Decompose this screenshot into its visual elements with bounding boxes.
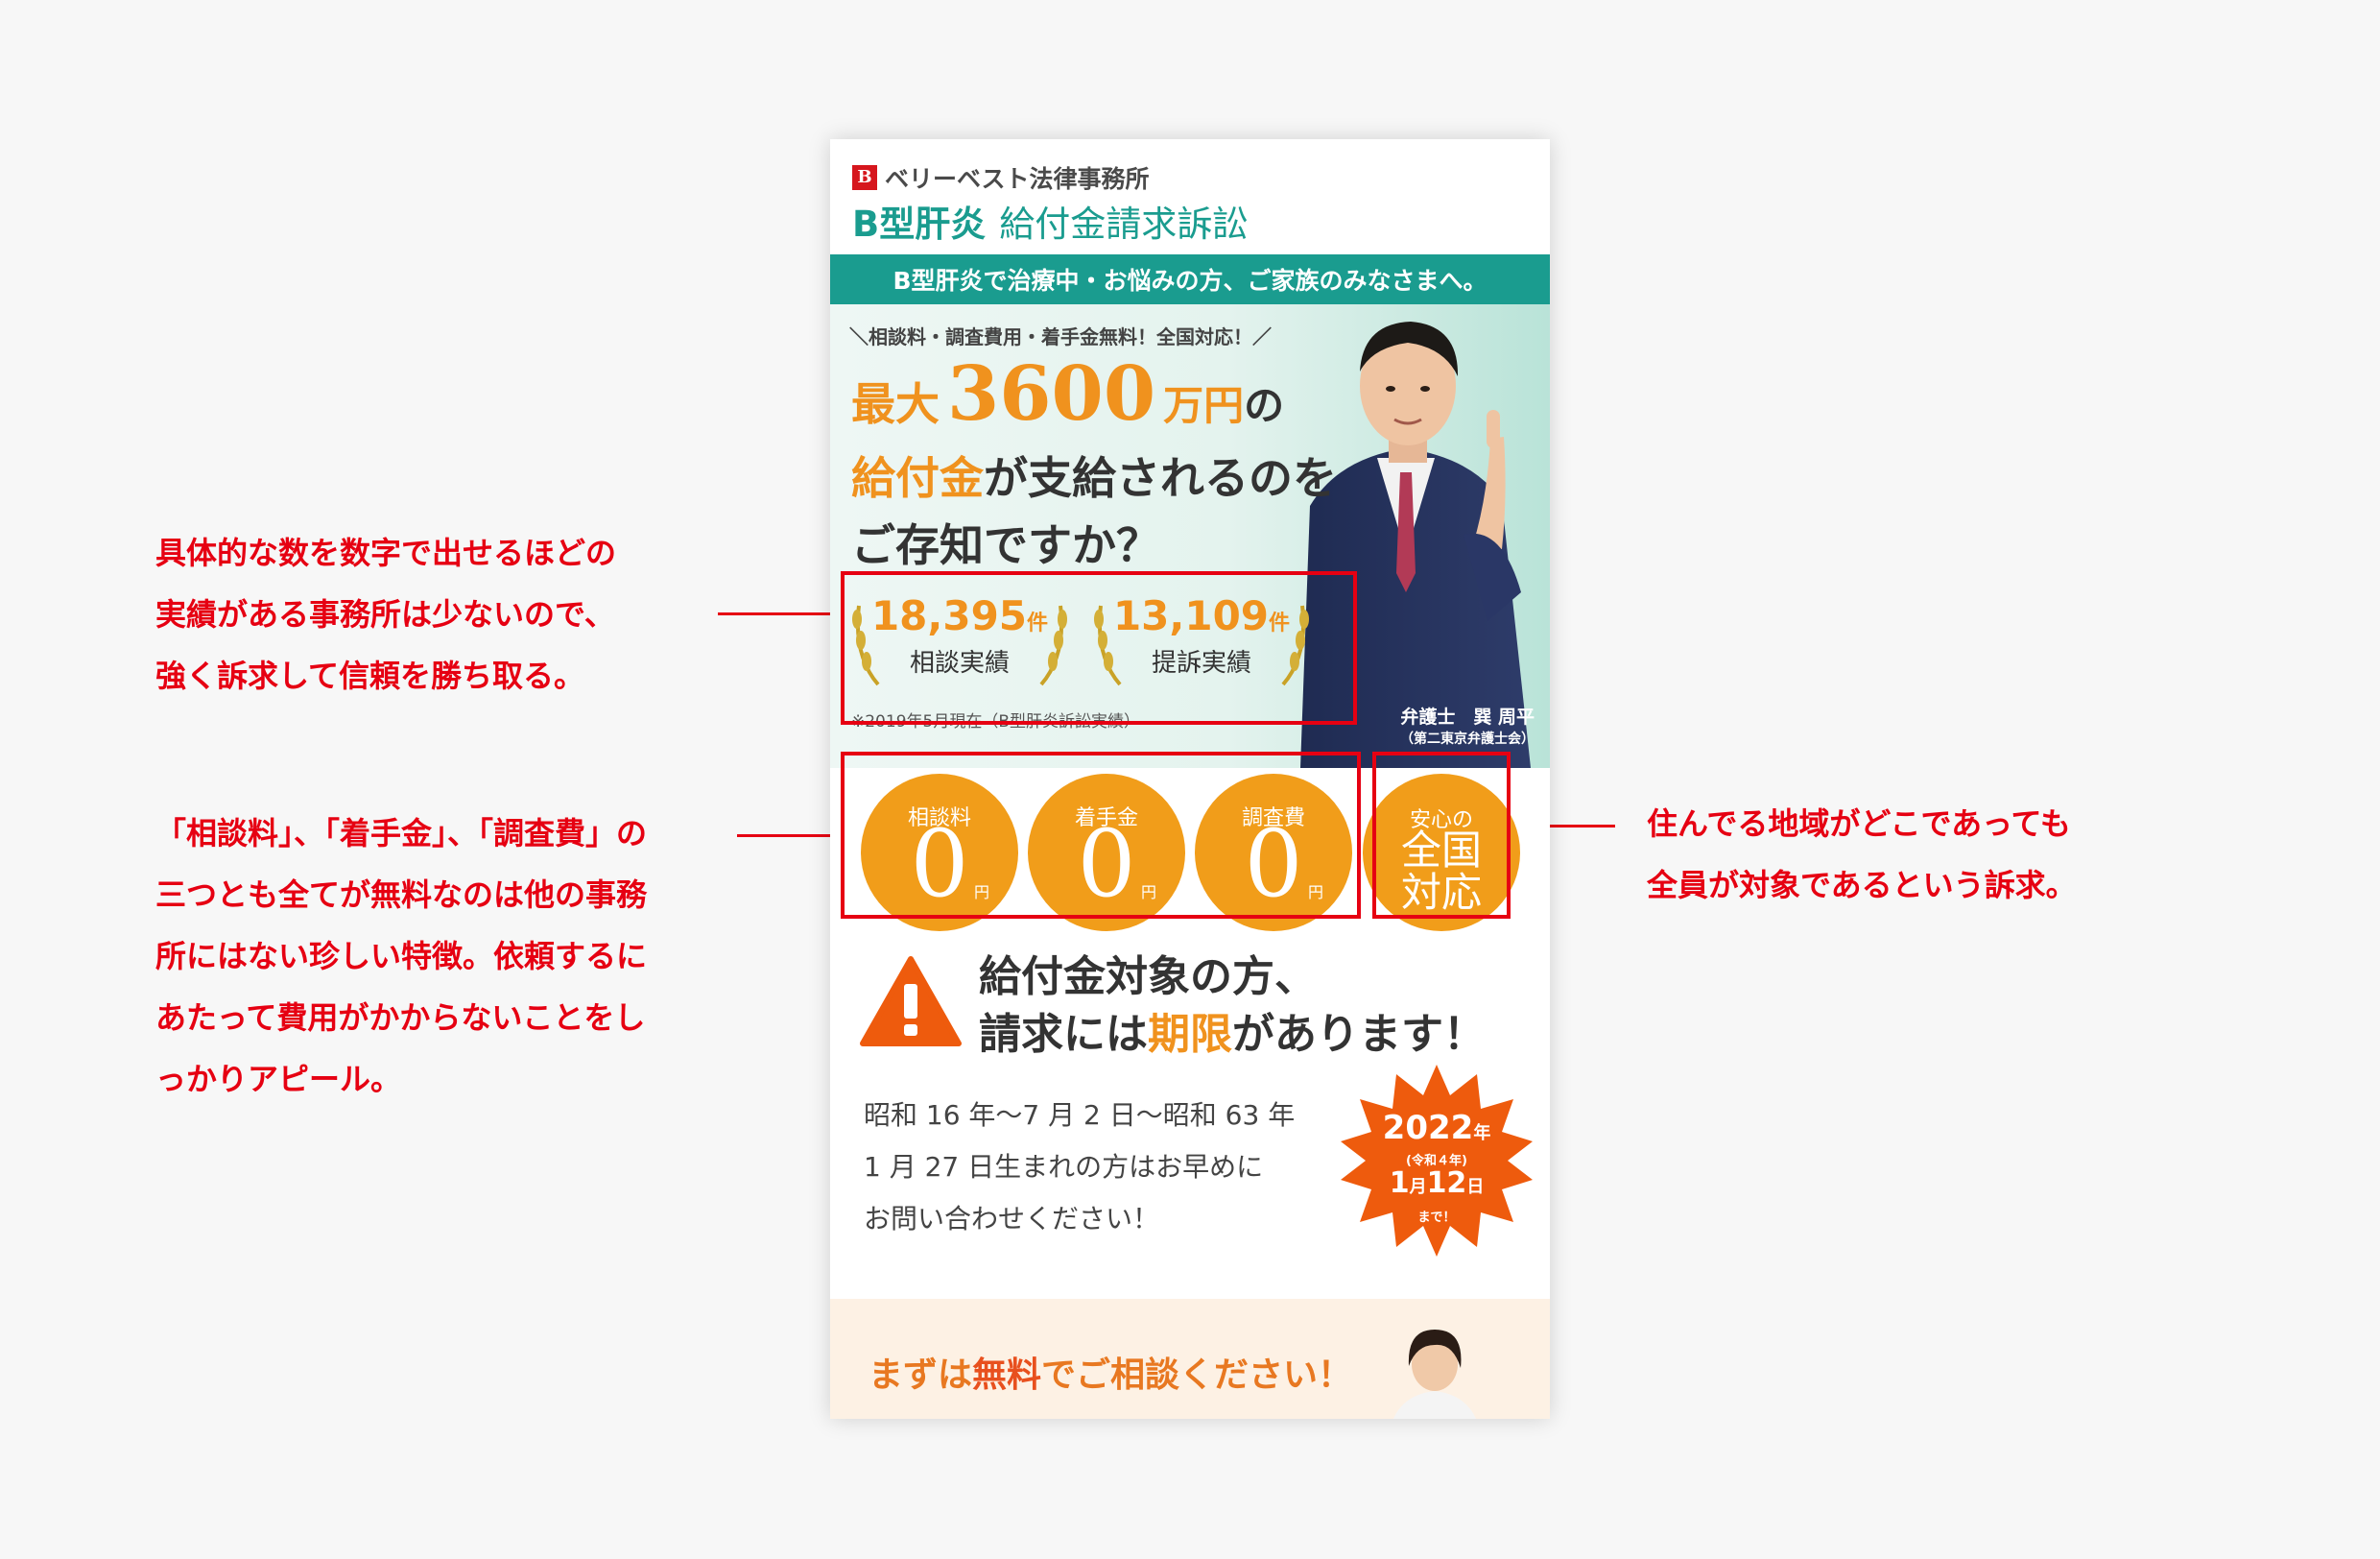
highlight-box-nationwide <box>1372 752 1511 919</box>
annotation-line: あたって費用がかからないことをし <box>155 999 646 1036</box>
eligibility-dates: 昭和 16 年〜7 月 2 日〜昭和 63 年 1 月 27 日生まれの方はお早… <box>864 1090 1295 1245</box>
deadline-year-unit: 年 <box>1473 1123 1491 1143</box>
firm-name: ベリーベスト法律事務所 <box>885 165 1150 193</box>
site-header: B ベリーベスト法律事務所 B型肝炎 給付金請求訴訟 <box>830 139 1550 254</box>
annotation-line: 強く訴求して信頼を勝ち取る。 <box>155 658 585 694</box>
annotation-achievements: 具体的な数を数字で出せるほどの 実績がある事務所は少ないので、 強く訴求して信頼… <box>155 522 616 707</box>
lawyer-name: 弁護士 巽 周平 <box>1400 707 1535 728</box>
headline-highlight: 給付金 <box>851 452 984 504</box>
annotation-nationwide: 住んでる地域がどこであっても 全員が対象であるという訴求。 <box>1647 793 2077 916</box>
deadline-month: 1 <box>1389 1166 1410 1200</box>
deadline-text: 2022年 (令和４年) 1月12日 まで！ <box>1337 1061 1536 1260</box>
audience-band: B型肝炎で治療中・お悩みの方、ご家族のみなさまへ。 <box>830 254 1550 304</box>
annotation-free-fees: 「相談料」、「着手金」、「調査費」の 三つとも全てが無料なのは他の事務 所にはな… <box>155 803 647 1110</box>
highlight-box-achievements <box>841 571 1357 725</box>
max-amount: 3600 <box>947 350 1156 438</box>
annotation-line: 所にはない珍しい特徴。依頼するに <box>155 938 648 974</box>
dates-line: お問い合わせください！ <box>864 1203 1160 1235</box>
deadline-until: まで！ <box>1417 1211 1456 1225</box>
hero-headline-line3: ご存知ですか？ <box>851 519 1160 571</box>
warning-line2: 請求には期限があります！ <box>979 999 1486 1061</box>
hero-headline-line2: 給付金が支給されるのを <box>851 444 1337 507</box>
cta-pre: まずは <box>869 1355 973 1395</box>
dates-line: 1 月 27 日生まれの方はお早めに <box>864 1151 1264 1183</box>
highlight-box-free-fees <box>841 752 1361 919</box>
title-strong: B型肝炎 <box>852 204 987 245</box>
consultation-cta[interactable]: まずは無料でご相談ください！ <box>830 1299 1550 1419</box>
cta-highlight: 無料 <box>972 1355 1042 1395</box>
deadline-month-unit: 月 <box>1409 1177 1427 1197</box>
title-light: 給付金請求訴訟 <box>999 204 1249 245</box>
annotation-connector-free-fees <box>737 834 841 837</box>
lawyer-caption: 弁護士 巽 周平 （第二東京弁護士会） <box>1400 703 1535 748</box>
annotation-line: 三つとも全てが無料なのは他の事務 <box>155 876 648 913</box>
amount-unit: 万円 <box>1163 382 1245 429</box>
hero-headline-amount: 最大 3600 万円 の <box>851 350 1284 438</box>
logo[interactable]: B ベリーベスト法律事務所 <box>852 160 1150 195</box>
annotation-line: 全員が対象であるという訴求。 <box>1647 867 2077 903</box>
annotation-line: 住んでる地域がどこであっても <box>1647 805 2071 842</box>
deadline-year-value: 2022 <box>1382 1109 1474 1147</box>
warning-icon <box>860 956 962 1046</box>
hero-tagline: ＼相談料・調査費用・着手金無料！全国対応！／ <box>849 325 1272 348</box>
warning-post: があります！ <box>1232 1010 1486 1059</box>
deadline-day-unit: 日 <box>1466 1177 1485 1197</box>
warning-line1: 給付金対象の方、 <box>979 952 1317 1001</box>
page-title: B型肝炎 給付金請求訴訟 <box>852 195 1248 247</box>
deadline-year: 2022年 <box>1337 1109 1536 1147</box>
deadline-starburst: 2022年 (令和４年) 1月12日 まで！ <box>1337 1061 1536 1260</box>
amount-particle: の <box>1244 382 1285 429</box>
headline-rest: が支給されるのを <box>984 452 1337 504</box>
firm-logo-icon: B <box>852 165 877 190</box>
annotation-line: っかりアピール。 <box>155 1061 402 1097</box>
deadline-day: 12 <box>1426 1166 1467 1200</box>
warning-pre: 請求には <box>979 1010 1148 1059</box>
dates-line: 昭和 16 年〜7 月 2 日〜昭和 63 年 <box>864 1099 1296 1131</box>
cta-text[interactable]: まずは無料でご相談ください！ <box>869 1347 1352 1397</box>
staff-photo <box>1393 1330 1476 1419</box>
max-label: 最大 <box>851 378 940 430</box>
annotation-line: 具体的な数を数字で出せるほどの <box>155 535 617 571</box>
deadline-date: 1月12日 <box>1337 1166 1536 1200</box>
annotation-connector-achievements <box>718 612 843 615</box>
cta-post: でご相談ください！ <box>1041 1355 1353 1395</box>
lawyer-affiliation: （第二東京弁護士会） <box>1400 732 1535 747</box>
annotation-line: 実績がある事務所は少ないので、 <box>155 596 615 633</box>
warning-highlight: 期限 <box>1148 1010 1232 1059</box>
annotation-line: 「相談料」、「着手金」、「調査費」の <box>155 815 648 851</box>
